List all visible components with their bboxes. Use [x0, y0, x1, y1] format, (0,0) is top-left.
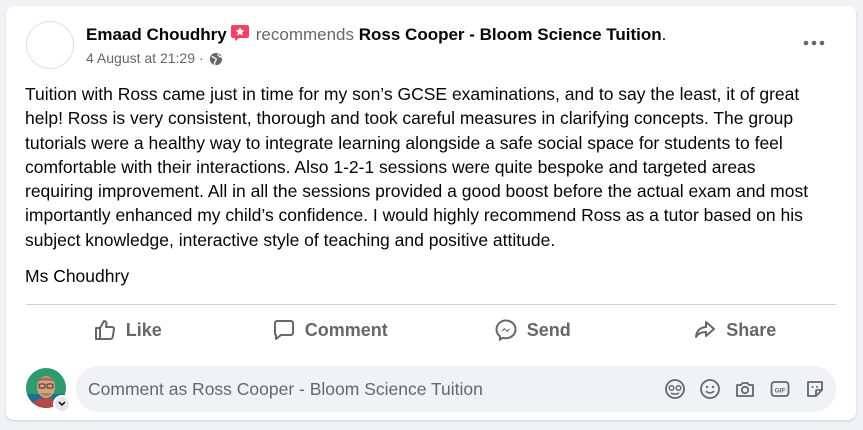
comment-tools: GIF	[663, 377, 826, 400]
smiley-icon[interactable]	[698, 377, 721, 400]
share-label: Share	[726, 319, 777, 340]
globe-icon	[210, 52, 223, 66]
like-label: Like	[125, 319, 162, 340]
recommends-label: recommends	[255, 25, 355, 44]
post-body: Tuition with Ross came just in time for …	[25, 84, 809, 250]
comment-input[interactable]: Comment as Ross Cooper - Bloom Science T…	[76, 366, 836, 412]
post-timestamp[interactable]: 4 August at 21:29 ·	[86, 50, 204, 66]
comment-button[interactable]: Comment	[229, 310, 432, 350]
thumbs-up-icon	[94, 320, 115, 341]
svg-text:GIF: GIF	[774, 387, 785, 394]
gif-icon[interactable]: GIF	[768, 377, 791, 400]
page-name-link[interactable]: Ross Cooper - Bloom Science Tuition	[359, 25, 662, 44]
speech-bubble-icon	[273, 320, 294, 340]
sticker-icon[interactable]	[803, 377, 826, 400]
post-actions-bar: Like Comment Send Share	[26, 310, 836, 350]
more-horizontal-icon	[803, 40, 825, 46]
like-button[interactable]: Like	[26, 310, 229, 350]
chevron-down-icon	[58, 401, 66, 407]
post-header: Emaad Choudhry recommends Ross Cooper - B…	[26, 21, 836, 71]
actions-divider	[26, 304, 836, 305]
send-button[interactable]: Send	[431, 310, 634, 350]
avatar-sticker-icon[interactable]	[663, 377, 686, 400]
send-label: Send	[526, 319, 571, 340]
camera-icon[interactable]	[733, 377, 756, 400]
author-name[interactable]: Emaad Choudhry	[86, 25, 227, 44]
recommend-badge-icon	[230, 24, 250, 42]
review-post: Emaad Choudhry recommends Ross Cooper - B…	[6, 6, 856, 420]
comment-composer: Comment as Ross Cooper - Bloom Science T…	[26, 366, 836, 413]
messenger-icon	[495, 319, 517, 342]
profile-switcher-chevron[interactable]	[53, 395, 71, 413]
more-options-button[interactable]	[796, 25, 832, 61]
share-button[interactable]: Share	[634, 310, 837, 350]
post-headline: Emaad Choudhry recommends Ross Cooper - B…	[86, 24, 666, 45]
author-avatar[interactable]	[26, 21, 74, 69]
share-arrow-icon	[695, 321, 716, 338]
comment-input-placeholder: Comment as Ross Cooper - Bloom Science T…	[88, 379, 483, 399]
comment-label: Comment	[304, 319, 388, 340]
post-meta: 4 August at 21:29 ·	[86, 50, 223, 66]
post-signature: Ms Choudhry	[25, 266, 130, 286]
headline-period: .	[661, 25, 667, 44]
